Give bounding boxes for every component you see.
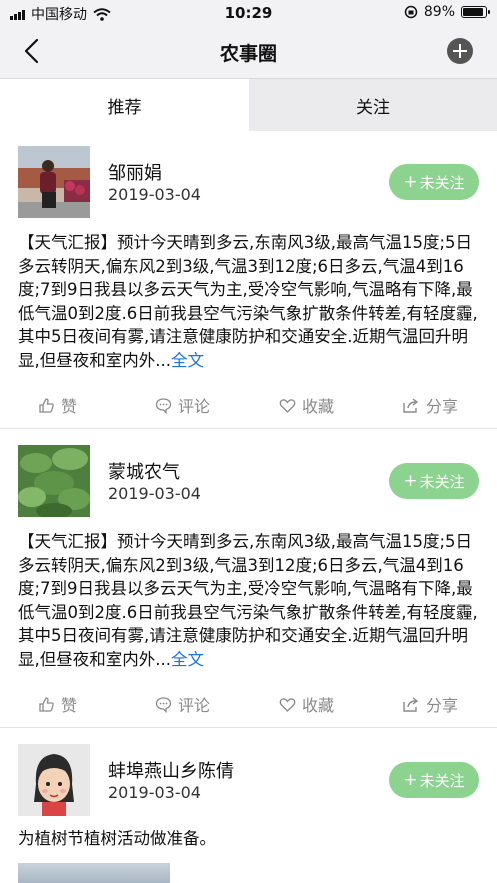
- share-button[interactable]: 分享: [402, 387, 458, 423]
- share-label: 分享: [426, 397, 459, 416]
- share-button[interactable]: 分享: [402, 686, 458, 722]
- post-date: 2019-03-04: [108, 783, 201, 802]
- comment-button[interactable]: 评论: [155, 686, 210, 722]
- post-text: 【天气汇报】预计今天晴到多云,东南风3级,最高气温15度;5日多云转阴天,偏东风…: [18, 532, 478, 669]
- follow-button-label: 未关注: [419, 771, 465, 790]
- nav-bar: 农事圈: [0, 26, 497, 78]
- tab-following[interactable]: 关注: [249, 79, 497, 131]
- follow-button[interactable]: + 未关注: [389, 762, 479, 798]
- battery-percent: 89%: [423, 4, 455, 20]
- like-button[interactable]: 赞: [38, 686, 77, 722]
- plus-icon: +: [403, 471, 418, 491]
- add-post-icon[interactable]: [447, 38, 473, 64]
- share-label: 分享: [426, 696, 459, 715]
- avatar[interactable]: [18, 744, 90, 816]
- like-button[interactable]: 赞: [38, 387, 77, 423]
- post-image[interactable]: [18, 863, 170, 883]
- collect-label: 收藏: [302, 696, 335, 715]
- feed-post: 邹丽娟 2019-03-04 + 未关注 【天气汇报】预计今天晴到多云,东南风3…: [0, 130, 497, 429]
- tab-recommend[interactable]: 推荐: [0, 79, 249, 131]
- page-title: 农事圈: [219, 43, 277, 65]
- read-more-link[interactable]: 全文: [171, 351, 204, 370]
- comment-icon: [155, 696, 172, 713]
- thumbs-up-icon: [39, 397, 54, 413]
- comment-label: 评论: [178, 696, 211, 715]
- heart-icon: [279, 398, 296, 413]
- comment-button[interactable]: 评论: [155, 387, 210, 423]
- plus-icon: +: [403, 770, 418, 790]
- post-content[interactable]: 为植树节植树活动做准备。: [18, 827, 480, 851]
- post-actions: 赞 评论 收藏 分享: [0, 387, 497, 423]
- post-text: 为植树节植树活动做准备。: [18, 829, 216, 848]
- status-bar: 中国移动 10:29 89%: [0, 0, 497, 26]
- post-author-name[interactable]: 蒙城农气: [108, 458, 180, 484]
- orientation-lock-icon: [404, 5, 418, 19]
- follow-button-label: 未关注: [419, 472, 465, 491]
- post-content[interactable]: 【天气汇报】预计今天晴到多云,东南风3级,最高气温15度;5日多云转阴天,偏东风…: [18, 530, 480, 671]
- collect-label: 收藏: [302, 397, 335, 416]
- battery-icon: [461, 6, 490, 18]
- plus-icon: +: [403, 172, 418, 192]
- feed-tabs: 推荐 关注: [0, 78, 497, 131]
- post-author-name[interactable]: 邹丽娟: [108, 159, 162, 185]
- post-content[interactable]: 【天气汇报】预计今天晴到多云,东南风3级,最高气温15度;5日多云转阴天,偏东风…: [18, 231, 480, 372]
- avatar[interactable]: [18, 445, 90, 517]
- post-author-name[interactable]: 蚌埠燕山乡陈倩: [108, 757, 234, 783]
- like-label: 赞: [61, 696, 78, 715]
- thumbs-up-icon: [39, 696, 54, 712]
- follow-button[interactable]: + 未关注: [389, 164, 479, 200]
- like-label: 赞: [61, 397, 78, 416]
- post-text: 【天气汇报】预计今天晴到多云,东南风3级,最高气温15度;5日多云转阴天,偏东风…: [18, 233, 478, 370]
- post-date: 2019-03-04: [108, 185, 201, 204]
- collect-button[interactable]: 收藏: [279, 686, 334, 722]
- follow-button[interactable]: + 未关注: [389, 463, 479, 499]
- status-right: 89%: [404, 4, 490, 20]
- read-more-link[interactable]: 全文: [171, 650, 204, 669]
- comment-label: 评论: [178, 397, 211, 416]
- post-date: 2019-03-04: [108, 484, 201, 503]
- feed-post: 蚌埠燕山乡陈倩 2019-03-04 + 未关注 为植树节植树活动做准备。: [0, 728, 497, 883]
- feed-post: 蒙城农气 2019-03-04 + 未关注 【天气汇报】预计今天晴到多云,东南风…: [0, 429, 497, 728]
- collect-button[interactable]: 收藏: [279, 387, 334, 423]
- post-actions: 赞 评论 收藏 分享: [0, 686, 497, 722]
- share-icon: [403, 696, 419, 712]
- share-icon: [403, 397, 419, 413]
- avatar[interactable]: [18, 146, 90, 218]
- follow-button-label: 未关注: [419, 173, 465, 192]
- comment-icon: [155, 397, 172, 414]
- heart-icon: [279, 697, 296, 712]
